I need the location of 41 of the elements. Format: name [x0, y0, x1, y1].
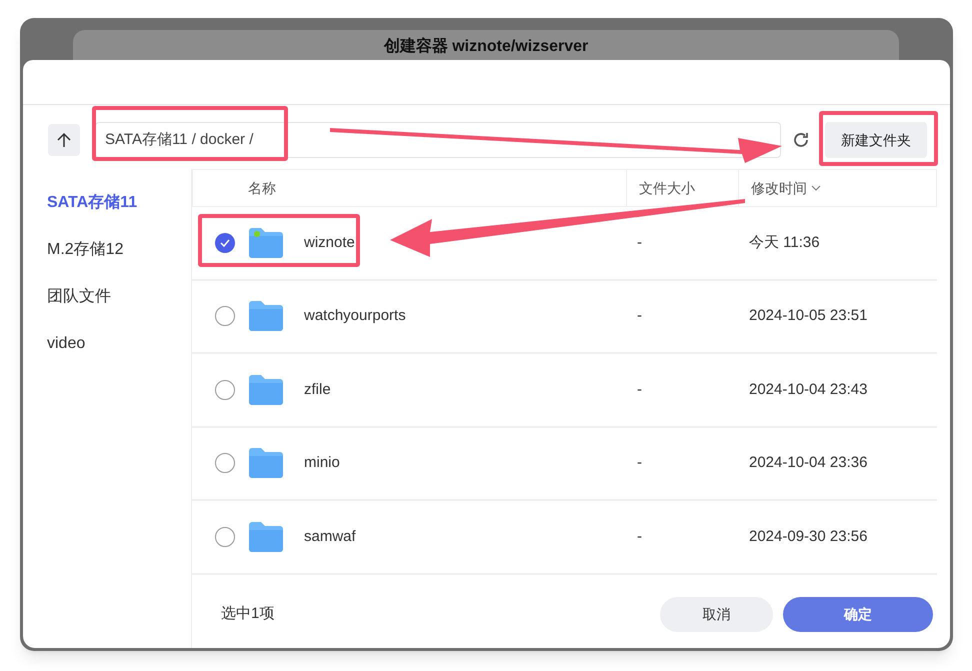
file-name: watchyourports: [304, 306, 406, 326]
file-size: -: [636, 380, 643, 400]
sidebar-item[interactable]: 团队文件: [23, 273, 191, 320]
radio-button[interactable]: [215, 380, 235, 400]
sidebar-item[interactable]: M.2存储12: [23, 226, 191, 273]
modified-time: 2024-10-05 23:51: [748, 306, 868, 326]
refresh-icon[interactable]: [791, 130, 811, 150]
cancel-button[interactable]: 取消: [660, 596, 773, 632]
new-folder-button[interactable]: 新建文件夹: [825, 122, 927, 158]
confirm-button[interactable]: 确定: [783, 596, 933, 632]
checkmark-icon: [219, 236, 231, 249]
file-name: wiznote: [304, 232, 355, 252]
file-size: -: [636, 306, 643, 326]
folder-icon: [247, 447, 285, 480]
file-size: -: [636, 232, 643, 252]
sidebar-item[interactable]: SATA存储11: [23, 179, 191, 226]
file-name: samwaf: [304, 526, 356, 546]
sidebar-item[interactable]: video: [23, 320, 191, 367]
chevron-down-icon: [811, 185, 821, 191]
modified-time: 2024-10-04 23:36: [748, 453, 868, 473]
arrow-up-icon: [57, 132, 71, 148]
dialog-title: 创建容器 wiznote/wizserver: [384, 36, 588, 57]
checked-radio[interactable]: [215, 232, 235, 253]
file-name: zfile: [304, 380, 331, 400]
modified-time: 2024-09-30 23:56: [748, 526, 868, 546]
file-size: -: [636, 526, 643, 546]
folder-icon: [247, 520, 285, 553]
folder-icon: [247, 374, 285, 406]
table-row[interactable]: minio - 2024-10-04 23:36: [192, 428, 937, 501]
radio-button[interactable]: [215, 453, 235, 474]
modified-time: 今天 11:36: [748, 232, 821, 252]
column-header: 名称: [247, 178, 277, 198]
radio-button[interactable]: [215, 306, 235, 326]
up-button[interactable]: [48, 124, 80, 156]
radio-button[interactable]: [215, 526, 235, 547]
selection-count: 选中1项: [221, 604, 274, 624]
table-row[interactable]: watchyourports - 2024-10-05 23:51: [192, 280, 937, 354]
file-size: -: [636, 453, 643, 473]
file-name: minio: [304, 453, 340, 473]
modified-time: 2024-10-04 23:43: [748, 380, 868, 400]
folder-icon: [247, 300, 285, 332]
